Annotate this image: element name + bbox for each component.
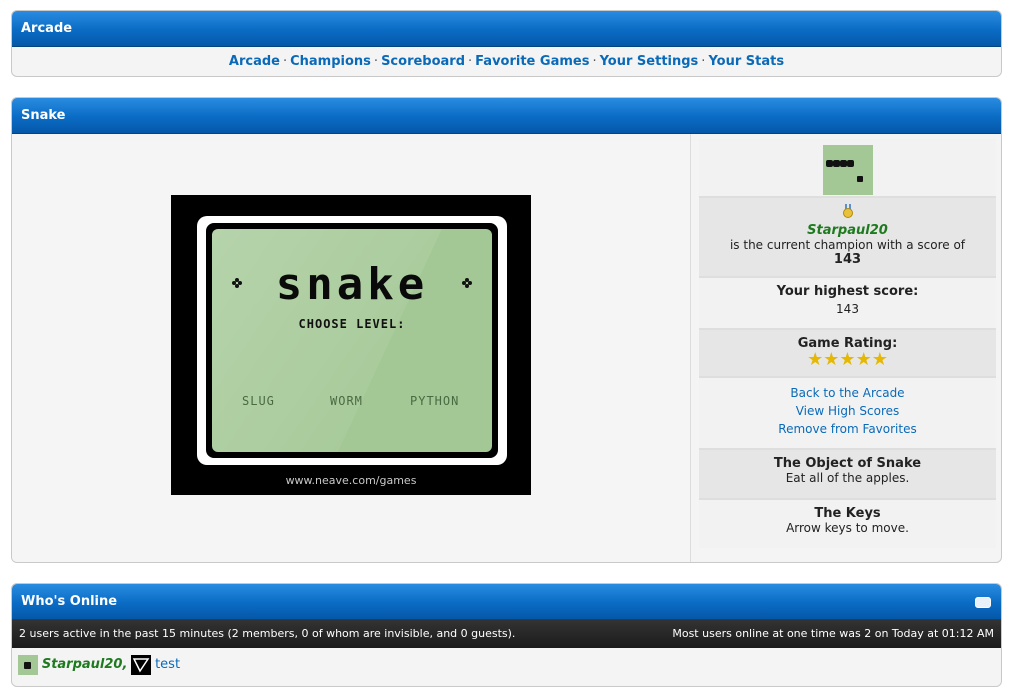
- user-separator: ,: [122, 657, 128, 672]
- nav-your-settings[interactable]: Your Settings: [600, 54, 699, 69]
- nav-your-stats[interactable]: Your Stats: [708, 54, 784, 69]
- nav-arcade[interactable]: Arcade: [229, 54, 280, 69]
- keys-title: The Keys: [814, 506, 881, 521]
- game-logo: snake: [275, 259, 429, 310]
- object-title: The Object of Snake: [773, 456, 922, 471]
- star-rating[interactable]: ★★★★★: [703, 351, 992, 369]
- online-user-test[interactable]: test: [155, 657, 180, 672]
- keys-text: Arrow keys to move.: [786, 521, 909, 535]
- rating-row: Game Rating: ★★★★★: [699, 330, 996, 378]
- snake-game-canvas[interactable]: snake CHOOSE LEVEL: SLUG WORM PYTHON www…: [171, 195, 531, 495]
- nav-separator: ·: [282, 54, 288, 69]
- game-thumbnail-row: [699, 139, 996, 198]
- nav-separator: ·: [592, 54, 597, 69]
- collapse-toggle-icon[interactable]: [975, 597, 991, 608]
- highest-score-row: Your highest score: 143: [699, 278, 996, 330]
- nav-separator: ·: [701, 54, 706, 69]
- snake-header: Snake: [12, 98, 1001, 134]
- nav-champions[interactable]: Champions: [290, 54, 371, 69]
- game-area: snake CHOOSE LEVEL: SLUG WORM PYTHON www…: [12, 134, 691, 562]
- champion-row: Starpaul20 is the current champion with …: [699, 198, 996, 278]
- champion-score: 143: [833, 252, 862, 267]
- level-worm-option[interactable]: WORM: [330, 394, 363, 408]
- remove-favorites-link[interactable]: Remove from Favorites: [703, 420, 992, 438]
- nav-separator: ·: [468, 54, 473, 69]
- nav-separator: ·: [373, 54, 379, 69]
- object-text: Eat all of the apples.: [785, 471, 910, 485]
- game-sidebar: Starpaul20 is the current champion with …: [699, 139, 996, 548]
- arcade-header: Arcade: [12, 11, 1001, 47]
- whos-online-panel: Who's Online 2 users active in the past …: [11, 583, 1002, 687]
- online-stats-bar: 2 users active in the past 15 minutes (2…: [12, 620, 1001, 648]
- nav-favorite-games[interactable]: Favorite Games: [475, 54, 589, 69]
- active-users-text: 2 users active in the past 15 minutes (2…: [19, 627, 516, 640]
- arcade-nav: Arcade · Champions · Scoreboard · Favorite Gam…: [12, 47, 1001, 76]
- view-high-scores-link[interactable]: View High Scores: [703, 402, 992, 420]
- game-url: www.neave.com/games: [285, 474, 417, 487]
- champion-name[interactable]: Starpaul20: [703, 223, 992, 238]
- back-to-arcade-link[interactable]: Back to the Arcade: [703, 384, 992, 402]
- highest-score-value: 143: [836, 302, 859, 316]
- avatar: [18, 654, 38, 675]
- online-user-starpaul20[interactable]: Starpaul20: [42, 657, 123, 672]
- level-python-option[interactable]: PYTHON: [410, 394, 459, 408]
- whos-online-header: Who's Online: [12, 584, 1001, 620]
- keys-row: The Keys Arrow keys to move.: [699, 500, 996, 548]
- choose-level-label: CHOOSE LEVEL:: [298, 317, 406, 331]
- highest-score-label: Your highest score:: [776, 284, 919, 299]
- object-row: The Object of Snake Eat all of the apple…: [699, 450, 996, 500]
- nav-scoreboard[interactable]: Scoreboard: [381, 54, 465, 69]
- trophy-medal-icon: [842, 204, 853, 218]
- most-online-text: Most users online at one time was 2 on T…: [672, 627, 994, 640]
- links-row: Back to the Arcade View High Scores Remo…: [699, 378, 996, 450]
- snake-panel: Snake snake CHOOSE LEVEL: SLUG WORM PYTH…: [11, 97, 1002, 563]
- arcade-panel: Arcade Arcade · Champions · Scoreboard · Favor…: [11, 10, 1002, 77]
- whos-online-title: Who's Online: [21, 594, 118, 609]
- champion-text: is the current champion with a score of: [729, 238, 966, 252]
- game-thumbnail: [822, 145, 873, 195]
- game-lcd-screen[interactable]: snake CHOOSE LEVEL: SLUG WORM PYTHON: [212, 229, 492, 452]
- level-slug-option[interactable]: SLUG: [242, 394, 275, 408]
- avatar: [131, 654, 152, 675]
- online-users-list: Starpaul20, test: [12, 648, 1001, 681]
